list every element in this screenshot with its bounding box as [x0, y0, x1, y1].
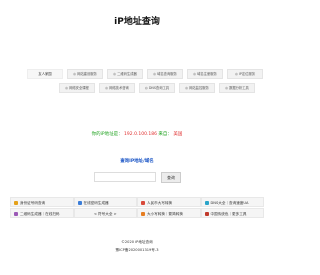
- nav-row-1: 友人家园 ◎ 网站建设服务 ◎ 二维码生成器 ◎ 域名查询服务 ◎ 域名注册服务…: [27, 69, 263, 79]
- ip-info-line: 你的iP地址是： 192.0.100.186 来自： 美国: [0, 131, 274, 137]
- link-row-2: 二维码生成器｜在线扫码 < 符号大全 > 大小写转换｜繁简转换 中国传统色｜更多…: [10, 208, 264, 218]
- page: iP地址查询 友人家园 ◎ 网站建设服务 ◎ 二维码生成器 ◎ 域名查询服务 ◎…: [0, 0, 274, 275]
- link-case-convert[interactable]: 大小写转换｜繁简转换: [137, 208, 201, 218]
- link-qrcode-gen[interactable]: 二维码生成器｜在线扫码: [10, 208, 74, 218]
- color-palette-icon: [204, 212, 209, 216]
- nav-item-website-build[interactable]: ◎ 网站建设服务: [67, 69, 103, 79]
- query-button[interactable]: 查询: [161, 172, 181, 183]
- dns-icon: [204, 201, 209, 205]
- link-rmb-uppercase[interactable]: 人民币大写转换: [137, 197, 201, 207]
- ip-label: 你的iP地址是：: [91, 132, 123, 137]
- footer-copyright: ©2020 iP地址查询: [121, 240, 153, 244]
- id-card-icon: [14, 201, 18, 205]
- nav-item-ip-locate[interactable]: ◎ IP定位服务: [227, 69, 263, 79]
- link-password-gen[interactable]: 在线密码生成器: [73, 197, 137, 207]
- nav-row-2: ◎ 网络安全课程 ◎ 网络技术咨询 ◎ DNS查询工具 ◎ 网站监控服务 ◎ 数…: [27, 83, 255, 93]
- rmb-icon: [141, 201, 145, 205]
- footer-icp[interactable]: 豫ICP备2020001319号-3: [0, 248, 274, 253]
- password-icon: [77, 201, 82, 205]
- link-dns-list[interactable]: DNS大全｜查询速度UA: [200, 197, 264, 207]
- nav-item-tech-consult[interactable]: ◎ 网络技术咨询: [99, 83, 135, 93]
- case-convert-icon: [141, 212, 145, 216]
- qrcode-icon: [14, 212, 18, 216]
- nav-item-friends[interactable]: 友人家园: [27, 69, 63, 79]
- nav-item-site-monitor[interactable]: ◎ 网站监控服务: [179, 83, 215, 93]
- link-row-1: 身份证号码查询 在线密码生成器 人民币大写转换 DNS大全｜查询速度UA: [10, 197, 264, 207]
- ip-location: 美国: [173, 132, 183, 137]
- link-id-card[interactable]: 身份证号码查询: [10, 197, 74, 207]
- nav-item-domain-query[interactable]: ◎ 域名查询服务: [147, 69, 183, 79]
- query-title: 查询IP地址/域名: [120, 159, 154, 164]
- nav-item-data-analysis[interactable]: ◎ 数据分析工具: [219, 83, 255, 93]
- ip-address: 192.0.100.186: [124, 132, 157, 137]
- ip-search-input[interactable]: [94, 172, 156, 182]
- link-symbols[interactable]: < 符号大全 >: [73, 208, 137, 218]
- nav-grid: 友人家园 ◎ 网站建设服务 ◎ 二维码生成器 ◎ 域名查询服务 ◎ 域名注册服务…: [27, 69, 263, 97]
- tool-links-grid: 身份证号码查询 在线密码生成器 人民币大写转换 DNS大全｜查询速度UA 二维码…: [10, 197, 264, 219]
- site-title: iP地址查询: [114, 17, 160, 27]
- nav-item-qrcode[interactable]: ◎ 二维码生成器: [107, 69, 143, 79]
- link-traditional-colors[interactable]: 中国传统色｜更多工具: [200, 208, 264, 218]
- location-label: 来自：: [158, 132, 172, 137]
- nav-item-domain-register[interactable]: ◎ 域名注册服务: [187, 69, 223, 79]
- nav-item-dns-tool[interactable]: ◎ DNS查询工具: [139, 83, 175, 93]
- nav-item-security-course[interactable]: ◎ 网络安全课程: [59, 83, 95, 93]
